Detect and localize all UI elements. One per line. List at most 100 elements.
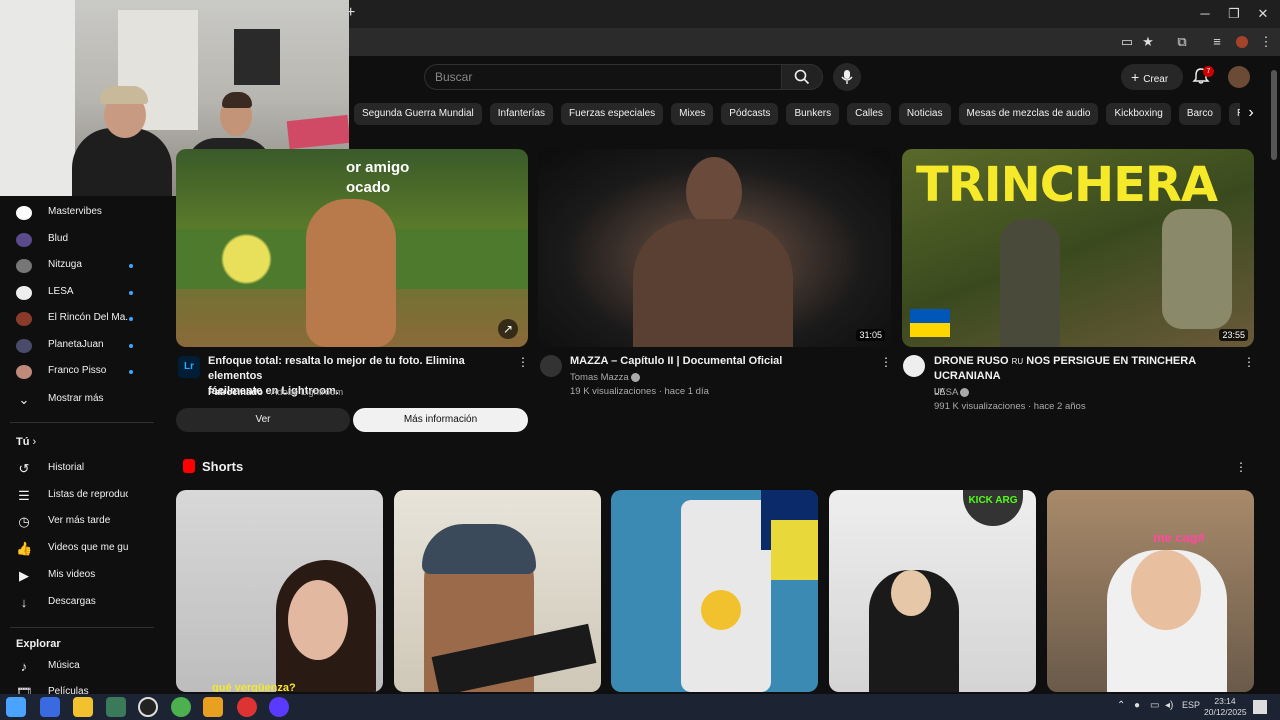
browser-menu-icon[interactable]: ⋮ bbox=[1256, 32, 1276, 52]
short-video[interactable]: qué vergüenza? bbox=[176, 490, 383, 692]
filter-chip[interactable]: Barco bbox=[1178, 103, 1221, 125]
ukraine-flag-icon bbox=[910, 309, 950, 323]
sidebar-item[interactable]: ☰Listas de reproducc... bbox=[0, 483, 155, 509]
more-options-icon[interactable]: ⋮ bbox=[1243, 354, 1255, 370]
channel-avatar bbox=[16, 338, 32, 353]
filter-chips-bar: Segunda Guerra Mundial Infanterías Fuerzas… bbox=[354, 103, 1240, 125]
more-options-icon[interactable]: ⋮ bbox=[1235, 459, 1247, 475]
channel-avatar[interactable] bbox=[903, 355, 925, 377]
video-title[interactable]: MAZZA – Capítulo II | Documental Oficial bbox=[570, 354, 870, 369]
video-thumbnail[interactable]: 31:05 bbox=[538, 149, 891, 347]
filter-chip[interactable]: Kickboxing bbox=[1106, 103, 1171, 125]
video-meta: 991 K visualizaciones · hace 2 años bbox=[934, 401, 1086, 412]
brave-icon[interactable] bbox=[203, 697, 223, 717]
short-video[interactable]: me cag# bbox=[1047, 490, 1254, 692]
more-options-icon[interactable]: ⋮ bbox=[517, 354, 529, 370]
explore-section-heading: Explorar bbox=[16, 638, 61, 650]
media-player-icon[interactable] bbox=[138, 697, 158, 717]
more-options-icon[interactable]: ⋮ bbox=[880, 354, 892, 370]
network-icon[interactable]: ▭ bbox=[1150, 700, 1159, 711]
subscription-item[interactable]: Franco Pisso bbox=[0, 359, 155, 385]
subscription-item[interactable]: El Rincón Del Ma... bbox=[0, 306, 155, 332]
scrollbar[interactable] bbox=[1271, 70, 1277, 160]
calculator-icon[interactable] bbox=[106, 697, 126, 717]
short-video[interactable]: KICK ARG bbox=[829, 490, 1036, 692]
new-content-dot bbox=[129, 343, 133, 348]
filter-chip[interactable]: Infanterías bbox=[489, 103, 554, 125]
beanie-image bbox=[422, 524, 536, 574]
filter-chip[interactable]: Pódcasts bbox=[721, 103, 779, 125]
extensions-icon[interactable]: ⧉ bbox=[1172, 32, 1192, 52]
you-section-heading[interactable]: Tú › bbox=[16, 436, 36, 448]
chrome-icon[interactable] bbox=[171, 697, 191, 717]
advertiser-avatar[interactable]: Lr bbox=[178, 356, 200, 378]
volume-icon[interactable]: ◂) bbox=[1165, 700, 1173, 711]
shorts-icon bbox=[183, 459, 195, 473]
sidebar-item[interactable]: ◷ Ver más tarde bbox=[0, 509, 155, 535]
sidebar-item[interactable]: ♪ Música bbox=[0, 654, 155, 680]
filter-chip[interactable]: Fuerzas especiales bbox=[561, 103, 664, 125]
subscription-item[interactable]: LESA bbox=[0, 280, 155, 306]
more-info-button[interactable]: Más información bbox=[353, 408, 528, 432]
subscription-item[interactable]: Blud bbox=[0, 227, 155, 253]
filter-chip[interactable]: Bunkers bbox=[786, 103, 840, 125]
filter-chip[interactable]: Noticias bbox=[898, 103, 951, 125]
clock[interactable]: 23:14 20/12/2025 bbox=[1204, 696, 1247, 718]
new-content-dot bbox=[129, 290, 133, 295]
sidebar-item[interactable]: ▶ Mis videos bbox=[0, 563, 155, 589]
sidebar-item[interactable]: 👍Videos que me gust... bbox=[0, 536, 155, 562]
copilot-icon[interactable] bbox=[40, 697, 60, 717]
sidebar-item[interactable]: ↓ Descargas bbox=[0, 590, 155, 616]
sidebar-item[interactable]: ↺ Historial bbox=[0, 456, 155, 482]
person-image bbox=[686, 157, 742, 227]
subscription-item[interactable]: Mastervibes bbox=[0, 200, 155, 226]
torso-image bbox=[633, 219, 793, 347]
ad-thumbnail[interactable]: or amigo ocado ↗ bbox=[176, 149, 528, 347]
short-video[interactable] bbox=[611, 490, 818, 692]
voice-search-button[interactable] bbox=[833, 63, 861, 91]
new-content-dot bbox=[129, 264, 133, 268]
os-taskbar bbox=[0, 694, 1280, 720]
media-icon[interactable]: ≡ bbox=[1207, 32, 1227, 52]
notification-center-icon[interactable] bbox=[1253, 700, 1267, 714]
start-icon[interactable] bbox=[6, 697, 26, 717]
app-icon[interactable] bbox=[237, 697, 257, 717]
channel-name[interactable]: LESA bbox=[934, 386, 970, 400]
filter-chip[interactable]: Reggae bbox=[1228, 103, 1240, 125]
mic-tray-icon[interactable]: ● bbox=[1134, 700, 1140, 711]
cast-icon[interactable]: ▭ bbox=[1117, 32, 1137, 52]
language-indicator[interactable]: ESP bbox=[1182, 700, 1200, 710]
create-button[interactable]: + Crear bbox=[1121, 64, 1183, 90]
search-button[interactable] bbox=[781, 64, 823, 90]
chevron-right-icon: › bbox=[32, 436, 37, 448]
filter-chip[interactable]: Calles bbox=[847, 103, 891, 125]
filter-chip[interactable]: Segunda Guerra Mundial bbox=[354, 103, 482, 125]
bookmark-star-icon[interactable]: ★ bbox=[1138, 32, 1158, 52]
short-video[interactable] bbox=[394, 490, 601, 692]
filter-chip[interactable]: Mixes bbox=[671, 103, 714, 125]
channel-avatar[interactable] bbox=[540, 355, 562, 377]
account-avatar[interactable] bbox=[1228, 66, 1250, 88]
video-title[interactable]: DRONE RUSO RU NOS PERSIGUE EN TRINCHERA … bbox=[934, 354, 1240, 399]
watch-button[interactable]: Ver bbox=[176, 408, 350, 432]
chevron-right-icon[interactable]: › bbox=[1242, 104, 1260, 124]
close-window-button[interactable]: ✕ bbox=[1246, 2, 1280, 26]
search-input[interactable]: Buscar bbox=[424, 64, 782, 90]
channel-name[interactable]: Tomas Mazza bbox=[570, 371, 641, 385]
subscription-item[interactable]: Nitzuga bbox=[0, 253, 155, 279]
tray-chevron-icon[interactable]: ⌃ bbox=[1117, 700, 1125, 711]
subscription-item[interactable]: PlanetaJuan bbox=[0, 333, 155, 359]
channel-avatar bbox=[16, 312, 32, 326]
profile-icon[interactable] bbox=[1232, 32, 1252, 52]
file-explorer-icon[interactable] bbox=[73, 697, 93, 717]
history-icon: ↺ bbox=[18, 461, 30, 476]
external-link-icon[interactable]: ↗ bbox=[498, 319, 518, 339]
notification-count-badge: 7 bbox=[1203, 66, 1214, 77]
sidebar: Mastervibes Blud Nitzuga LESA El Rincón Del … bbox=[0, 196, 160, 700]
show-more-button[interactable]: ⌄ Mostrar más bbox=[0, 387, 155, 413]
download-icon: ↓ bbox=[20, 594, 28, 610]
video-thumbnail[interactable]: TRINCHERA 23:55 bbox=[902, 149, 1254, 347]
app-icon[interactable] bbox=[269, 697, 289, 717]
my-videos-icon: ▶ bbox=[19, 567, 29, 583]
filter-chip[interactable]: Mesas de mezclas de audio bbox=[958, 103, 1099, 125]
